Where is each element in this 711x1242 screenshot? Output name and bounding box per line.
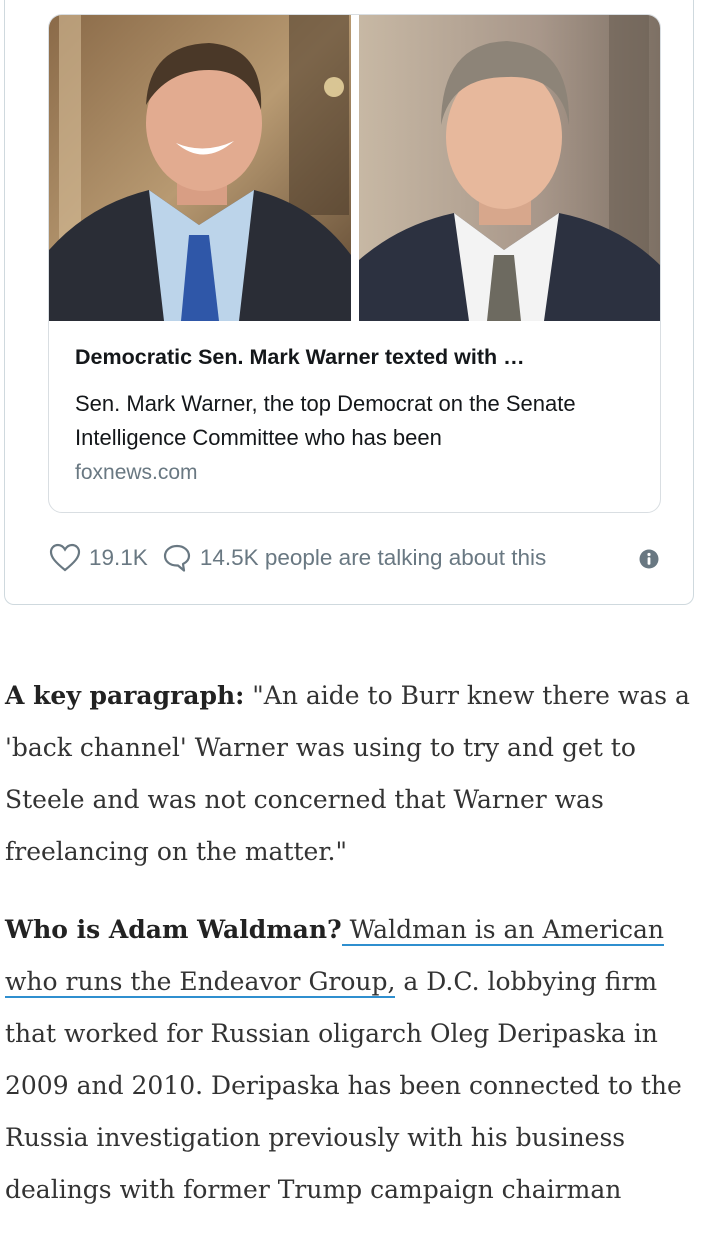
card-photo [49,15,660,321]
like-count[interactable]: 19.1K [89,545,148,571]
card-title[interactable]: Democratic Sen. Mark Warner texted with … [75,345,630,375]
speech-bubble-icon[interactable] [162,543,192,573]
card-domain: foxnews.com [75,461,198,484]
card-image[interactable] [49,15,660,321]
card-description: Sen. Mark Warner, the top Democrat on th… [75,391,576,450]
heart-icon[interactable] [49,543,81,573]
tweet-embed: Democratic Sen. Mark Warner texted with … [4,0,694,605]
link-card[interactable]: Democratic Sen. Mark Warner texted with … [48,14,661,513]
article-paragraph: Who is Adam Waldman? Waldman is an Ameri… [5,904,705,1216]
paragraph-text: a D.C. lobbying firm that worked for Rus… [5,967,682,1204]
engagement-bar: 19.1K 14.5K people are talking about thi… [49,540,661,576]
info-icon[interactable] [639,549,659,569]
paragraph-label: Who is Adam Waldman? [5,915,342,944]
talking-about-text[interactable]: 14.5K people are talking about this [200,545,547,571]
card-text: Democratic Sen. Mark Warner texted with … [75,345,630,485]
article-paragraph: A key paragraph: "An aide to Burr knew t… [5,670,705,878]
paragraph-label: A key paragraph: [5,681,245,710]
article-body: A key paragraph: "An aide to Burr knew t… [5,670,705,1242]
